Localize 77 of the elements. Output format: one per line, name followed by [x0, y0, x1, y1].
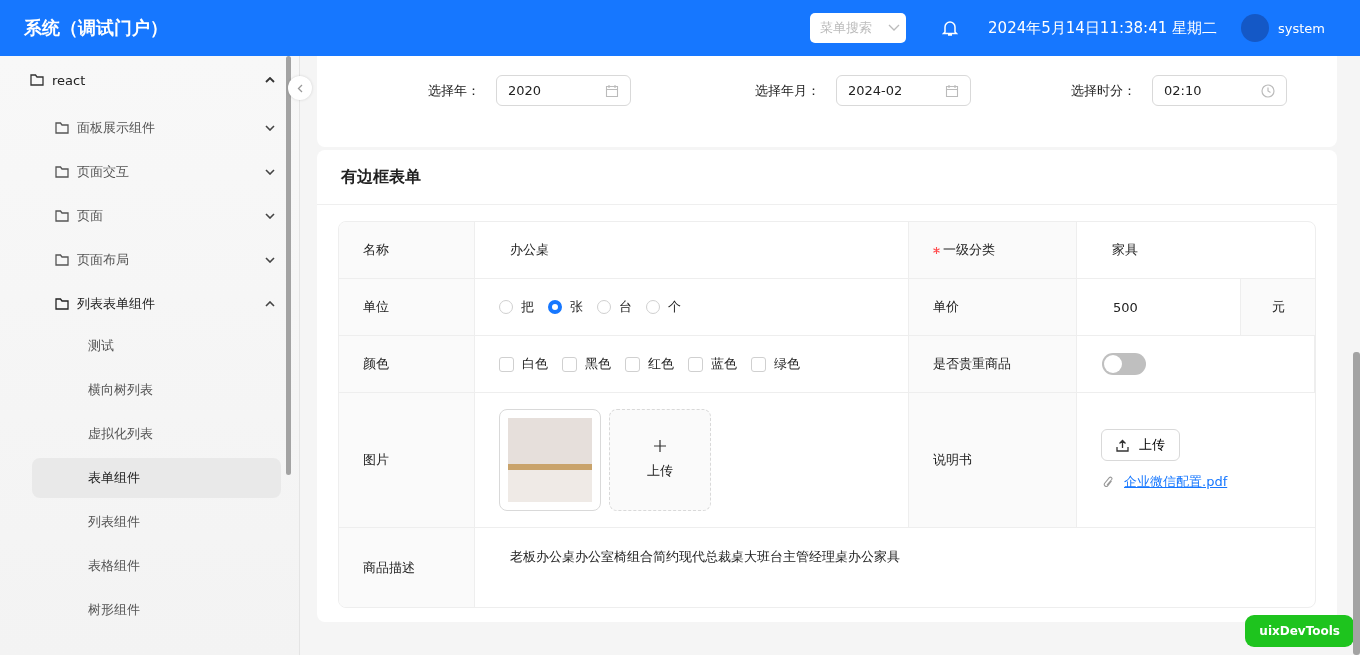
folder-icon: [55, 122, 69, 134]
tree-folder-item[interactable]: react: [0, 58, 283, 102]
scrollbar-thumb[interactable]: [286, 56, 291, 475]
tree-folder-item[interactable]: 面板展示组件: [0, 106, 283, 150]
chevron-icon: [265, 77, 275, 83]
upload-button[interactable]: 上传: [1101, 429, 1180, 461]
field-label: 单价: [909, 279, 1077, 336]
folder-icon: [30, 74, 44, 86]
field-label: 颜色: [339, 336, 475, 393]
checkbox-option[interactable]: 白色: [499, 355, 548, 373]
file-link[interactable]: 企业微信配置.pdf: [1124, 473, 1228, 491]
image-upload-button[interactable]: 上传: [609, 409, 711, 511]
tree-folder-item[interactable]: 列表表单组件: [0, 282, 283, 326]
checkbox-option[interactable]: 红色: [625, 355, 674, 373]
collapse-button[interactable]: [288, 76, 312, 100]
radio-option[interactable]: 张: [548, 298, 583, 316]
paperclip-icon: [1103, 475, 1114, 489]
tree-leaf-item[interactable]: 表格组件: [32, 546, 281, 586]
toggle-switch[interactable]: [1102, 353, 1146, 375]
field-value: 家具: [1112, 241, 1138, 259]
picker-label: 选择年月：: [755, 81, 820, 100]
calendar-icon: [605, 83, 619, 98]
calendar-icon: [945, 83, 959, 98]
upload-icon: [1116, 438, 1129, 452]
tree-folder-item[interactable]: 页面: [0, 194, 283, 238]
price-input[interactable]: 500: [1077, 279, 1240, 335]
plus-icon: [654, 440, 666, 452]
avatar[interactable]: [1241, 14, 1269, 42]
folder-icon: [55, 254, 69, 266]
chevron-icon: [265, 301, 275, 307]
picker-field[interactable]: 2020: [496, 75, 631, 106]
tree-leaf-item[interactable]: 列表组件: [32, 502, 281, 542]
field-label: 单位: [339, 279, 475, 336]
picker-field[interactable]: 02:10: [1152, 75, 1287, 106]
field-value: 老板办公桌办公室椅组合简约现代总裁桌大班台主管经理桌办公家具: [510, 548, 900, 566]
tree-leaf-item[interactable]: 测试: [32, 326, 281, 366]
chevron-icon: [265, 213, 275, 219]
chevron-left-icon: [297, 83, 303, 93]
folder-icon: [55, 166, 69, 178]
scrollbar-thumb[interactable]: [1353, 352, 1360, 655]
tree-leaf-item[interactable]: 树形组件: [32, 590, 281, 630]
folder-icon: [55, 298, 69, 310]
radio-option[interactable]: 把: [499, 298, 534, 316]
tree-folder-item[interactable]: 页面交互: [0, 150, 283, 194]
field-label: 说明书: [909, 393, 1077, 528]
tree-leaf-item[interactable]: 表单组件: [32, 458, 281, 498]
field-label: 图片: [339, 393, 475, 528]
bell-icon[interactable]: [942, 19, 959, 37]
folder-icon: [55, 210, 69, 222]
unit-addon: 元: [1240, 279, 1315, 335]
app-title: 系统（调试门户）: [24, 16, 168, 40]
picker-field[interactable]: 2024-02: [836, 75, 971, 106]
field-value: 办公桌: [510, 241, 549, 259]
field-label: 一级分类: [909, 222, 1077, 279]
chevron-down-icon: [888, 24, 901, 32]
image-thumbnail[interactable]: [499, 409, 601, 511]
tree-folder-item[interactable]: 页面布局: [0, 238, 283, 282]
field-label: 商品描述: [339, 528, 475, 607]
picker-label: 选择年：: [428, 81, 480, 100]
picker-label: 选择时分：: [1071, 81, 1136, 100]
tree-leaf-item[interactable]: 虚拟化列表: [32, 414, 281, 454]
chevron-icon: [265, 257, 275, 263]
datetime-text: 2024年5月14日11:38:41 星期二: [988, 18, 1217, 38]
clock-icon: [1261, 83, 1275, 98]
card-title: 有边框表单: [317, 150, 1337, 205]
checkbox-option[interactable]: 黑色: [562, 355, 611, 373]
username-text[interactable]: system: [1278, 20, 1325, 36]
field-label: 是否贵重商品: [909, 336, 1077, 393]
chevron-icon: [265, 125, 275, 131]
tree-leaf-item[interactable]: 横向树列表: [32, 370, 281, 410]
checkbox-option[interactable]: 蓝色: [688, 355, 737, 373]
chevron-icon: [265, 169, 275, 175]
radio-option[interactable]: 个: [646, 298, 681, 316]
checkbox-option[interactable]: 绿色: [751, 355, 800, 373]
required-mark-icon: [933, 246, 940, 254]
field-label: 名称: [339, 222, 475, 279]
radio-option[interactable]: 台: [597, 298, 632, 316]
